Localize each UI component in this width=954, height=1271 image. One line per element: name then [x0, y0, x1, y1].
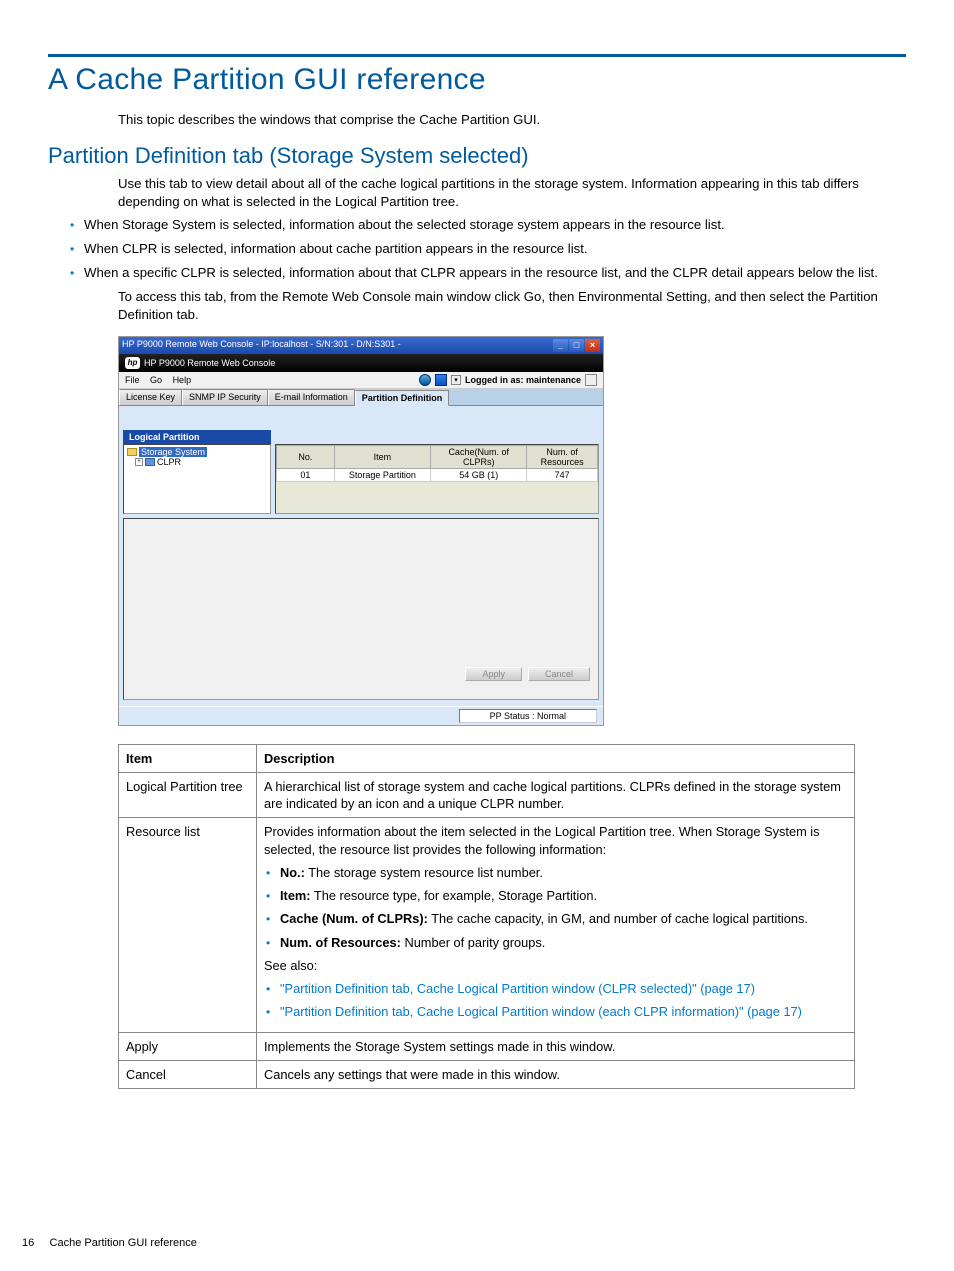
list-item: When CLPR is selected, information about…	[70, 240, 906, 258]
feature-list: When Storage System is selected, informa…	[70, 216, 906, 281]
col-item[interactable]: Item	[334, 445, 430, 468]
col-no[interactable]: No.	[277, 445, 335, 468]
table-row: Apply Implements the Storage System sett…	[119, 1032, 855, 1060]
app-title: HP P9000 Remote Web Console	[144, 358, 275, 368]
page-footer: 16 Cache Partition GUI reference	[22, 1237, 197, 1249]
section-heading: Partition Definition tab (Storage System…	[48, 143, 906, 169]
tree-root[interactable]: Storage System	[139, 447, 207, 457]
table-row: Resource list Provides information about…	[119, 818, 855, 1032]
cell-desc: Implements the Storage System settings m…	[257, 1032, 855, 1060]
close-icon[interactable]: ×	[585, 339, 600, 352]
description-table: Item Description Logical Partition tree …	[118, 744, 855, 1090]
list-item: No.: The storage system resource list nu…	[266, 864, 847, 881]
th-item: Item	[119, 744, 257, 772]
list-item: "Partition Definition tab, Cache Logical…	[266, 1003, 847, 1020]
hp-logo-icon: hp	[125, 357, 140, 369]
window-titlebar[interactable]: HP P9000 Remote Web Console - IP:localho…	[119, 337, 603, 354]
list-item: When Storage System is selected, informa…	[70, 216, 906, 234]
tab-license[interactable]: License Key	[119, 389, 182, 405]
maximize-icon[interactable]: □	[569, 339, 584, 352]
apply-button[interactable]: Apply	[465, 667, 522, 681]
cell-res: 747	[527, 468, 598, 481]
tree-clpr[interactable]: CLPR	[157, 457, 181, 467]
cell-desc: A hierarchical list of storage system an…	[257, 772, 855, 818]
th-desc: Description	[257, 744, 855, 772]
folder-icon	[145, 458, 155, 466]
tab-partition[interactable]: Partition Definition	[355, 390, 450, 406]
exit-icon[interactable]	[585, 374, 597, 386]
cell-item: Resource list	[119, 818, 257, 1032]
table-row[interactable]: 01 Storage Partition 54 GB (1) 747	[277, 468, 598, 481]
console-screenshot: HP P9000 Remote Web Console - IP:localho…	[118, 336, 604, 726]
app-header: hp HP P9000 Remote Web Console	[119, 354, 603, 372]
see-also-label: See also:	[264, 957, 847, 974]
tab-bar: License Key SNMP IP Security E-mail Info…	[119, 389, 603, 406]
cell-desc: Cancels any settings that were made in t…	[257, 1060, 855, 1088]
window-title: HP P9000 Remote Web Console - IP:localho…	[122, 339, 401, 352]
tab-snmp[interactable]: SNMP IP Security	[182, 389, 268, 405]
cell-cache: 54 GB (1)	[431, 468, 527, 481]
expand-icon[interactable]: +	[135, 458, 143, 466]
page-number: 16	[22, 1237, 34, 1249]
login-status: Logged in as: maintenance	[465, 375, 581, 385]
table-row: Cancel Cancels any settings that were ma…	[119, 1060, 855, 1088]
status-bar: PP Status : Normal	[119, 706, 603, 725]
menu-bar: File Go Help ▾ Logged in as: maintenance	[119, 372, 603, 389]
tree-header: Logical Partition	[123, 430, 271, 444]
intro-para: This topic describes the windows that co…	[118, 111, 906, 129]
detail-pane: Apply Cancel	[123, 518, 599, 700]
menu-help[interactable]: Help	[173, 375, 192, 385]
tab-email[interactable]: E-mail Information	[268, 389, 355, 405]
resource-grid[interactable]: No. Item Cache(Num. of CLPRs) Num. of Re…	[275, 444, 599, 514]
cell-no: 01	[277, 468, 335, 481]
menu-go[interactable]: Go	[150, 375, 162, 385]
cell-item: Apply	[119, 1032, 257, 1060]
list-item: Num. of Resources: Number of parity grou…	[266, 934, 847, 951]
cell-item: Storage Partition	[334, 468, 430, 481]
table-row: Logical Partition tree A hierarchical li…	[119, 772, 855, 818]
footer-title: Cache Partition GUI reference	[50, 1237, 197, 1249]
list-item: "Partition Definition tab, Cache Logical…	[266, 980, 847, 997]
resource-intro: Provides information about the item sele…	[264, 824, 820, 856]
menu-file[interactable]: File	[125, 375, 140, 385]
refresh-icon[interactable]	[435, 374, 447, 386]
col-resources[interactable]: Num. of Resources	[527, 445, 598, 468]
list-item: Cache (Num. of CLPRs): The cache capacit…	[266, 910, 847, 927]
cross-ref-link[interactable]: "Partition Definition tab, Cache Logical…	[280, 1004, 802, 1019]
cancel-button[interactable]: Cancel	[528, 667, 590, 681]
cell-desc: Provides information about the item sele…	[257, 818, 855, 1032]
globe-icon[interactable]	[419, 374, 431, 386]
dropdown-icon[interactable]: ▾	[451, 375, 461, 385]
cell-item: Cancel	[119, 1060, 257, 1088]
pp-status: PP Status : Normal	[459, 709, 597, 723]
list-item: When a specific CLPR is selected, inform…	[70, 264, 906, 282]
page-title: A Cache Partition GUI reference	[48, 63, 906, 97]
section-p2: To access this tab, from the Remote Web …	[118, 288, 906, 324]
folder-icon	[127, 448, 137, 456]
cross-ref-link[interactable]: "Partition Definition tab, Cache Logical…	[280, 981, 755, 996]
section-p1: Use this tab to view detail about all of…	[118, 175, 906, 211]
list-item: Item: The resource type, for example, St…	[266, 887, 847, 904]
col-cache[interactable]: Cache(Num. of CLPRs)	[431, 445, 527, 468]
partition-tree[interactable]: Storage System + CLPR	[123, 444, 271, 514]
minimize-icon[interactable]: _	[553, 339, 568, 352]
cell-item: Logical Partition tree	[119, 772, 257, 818]
